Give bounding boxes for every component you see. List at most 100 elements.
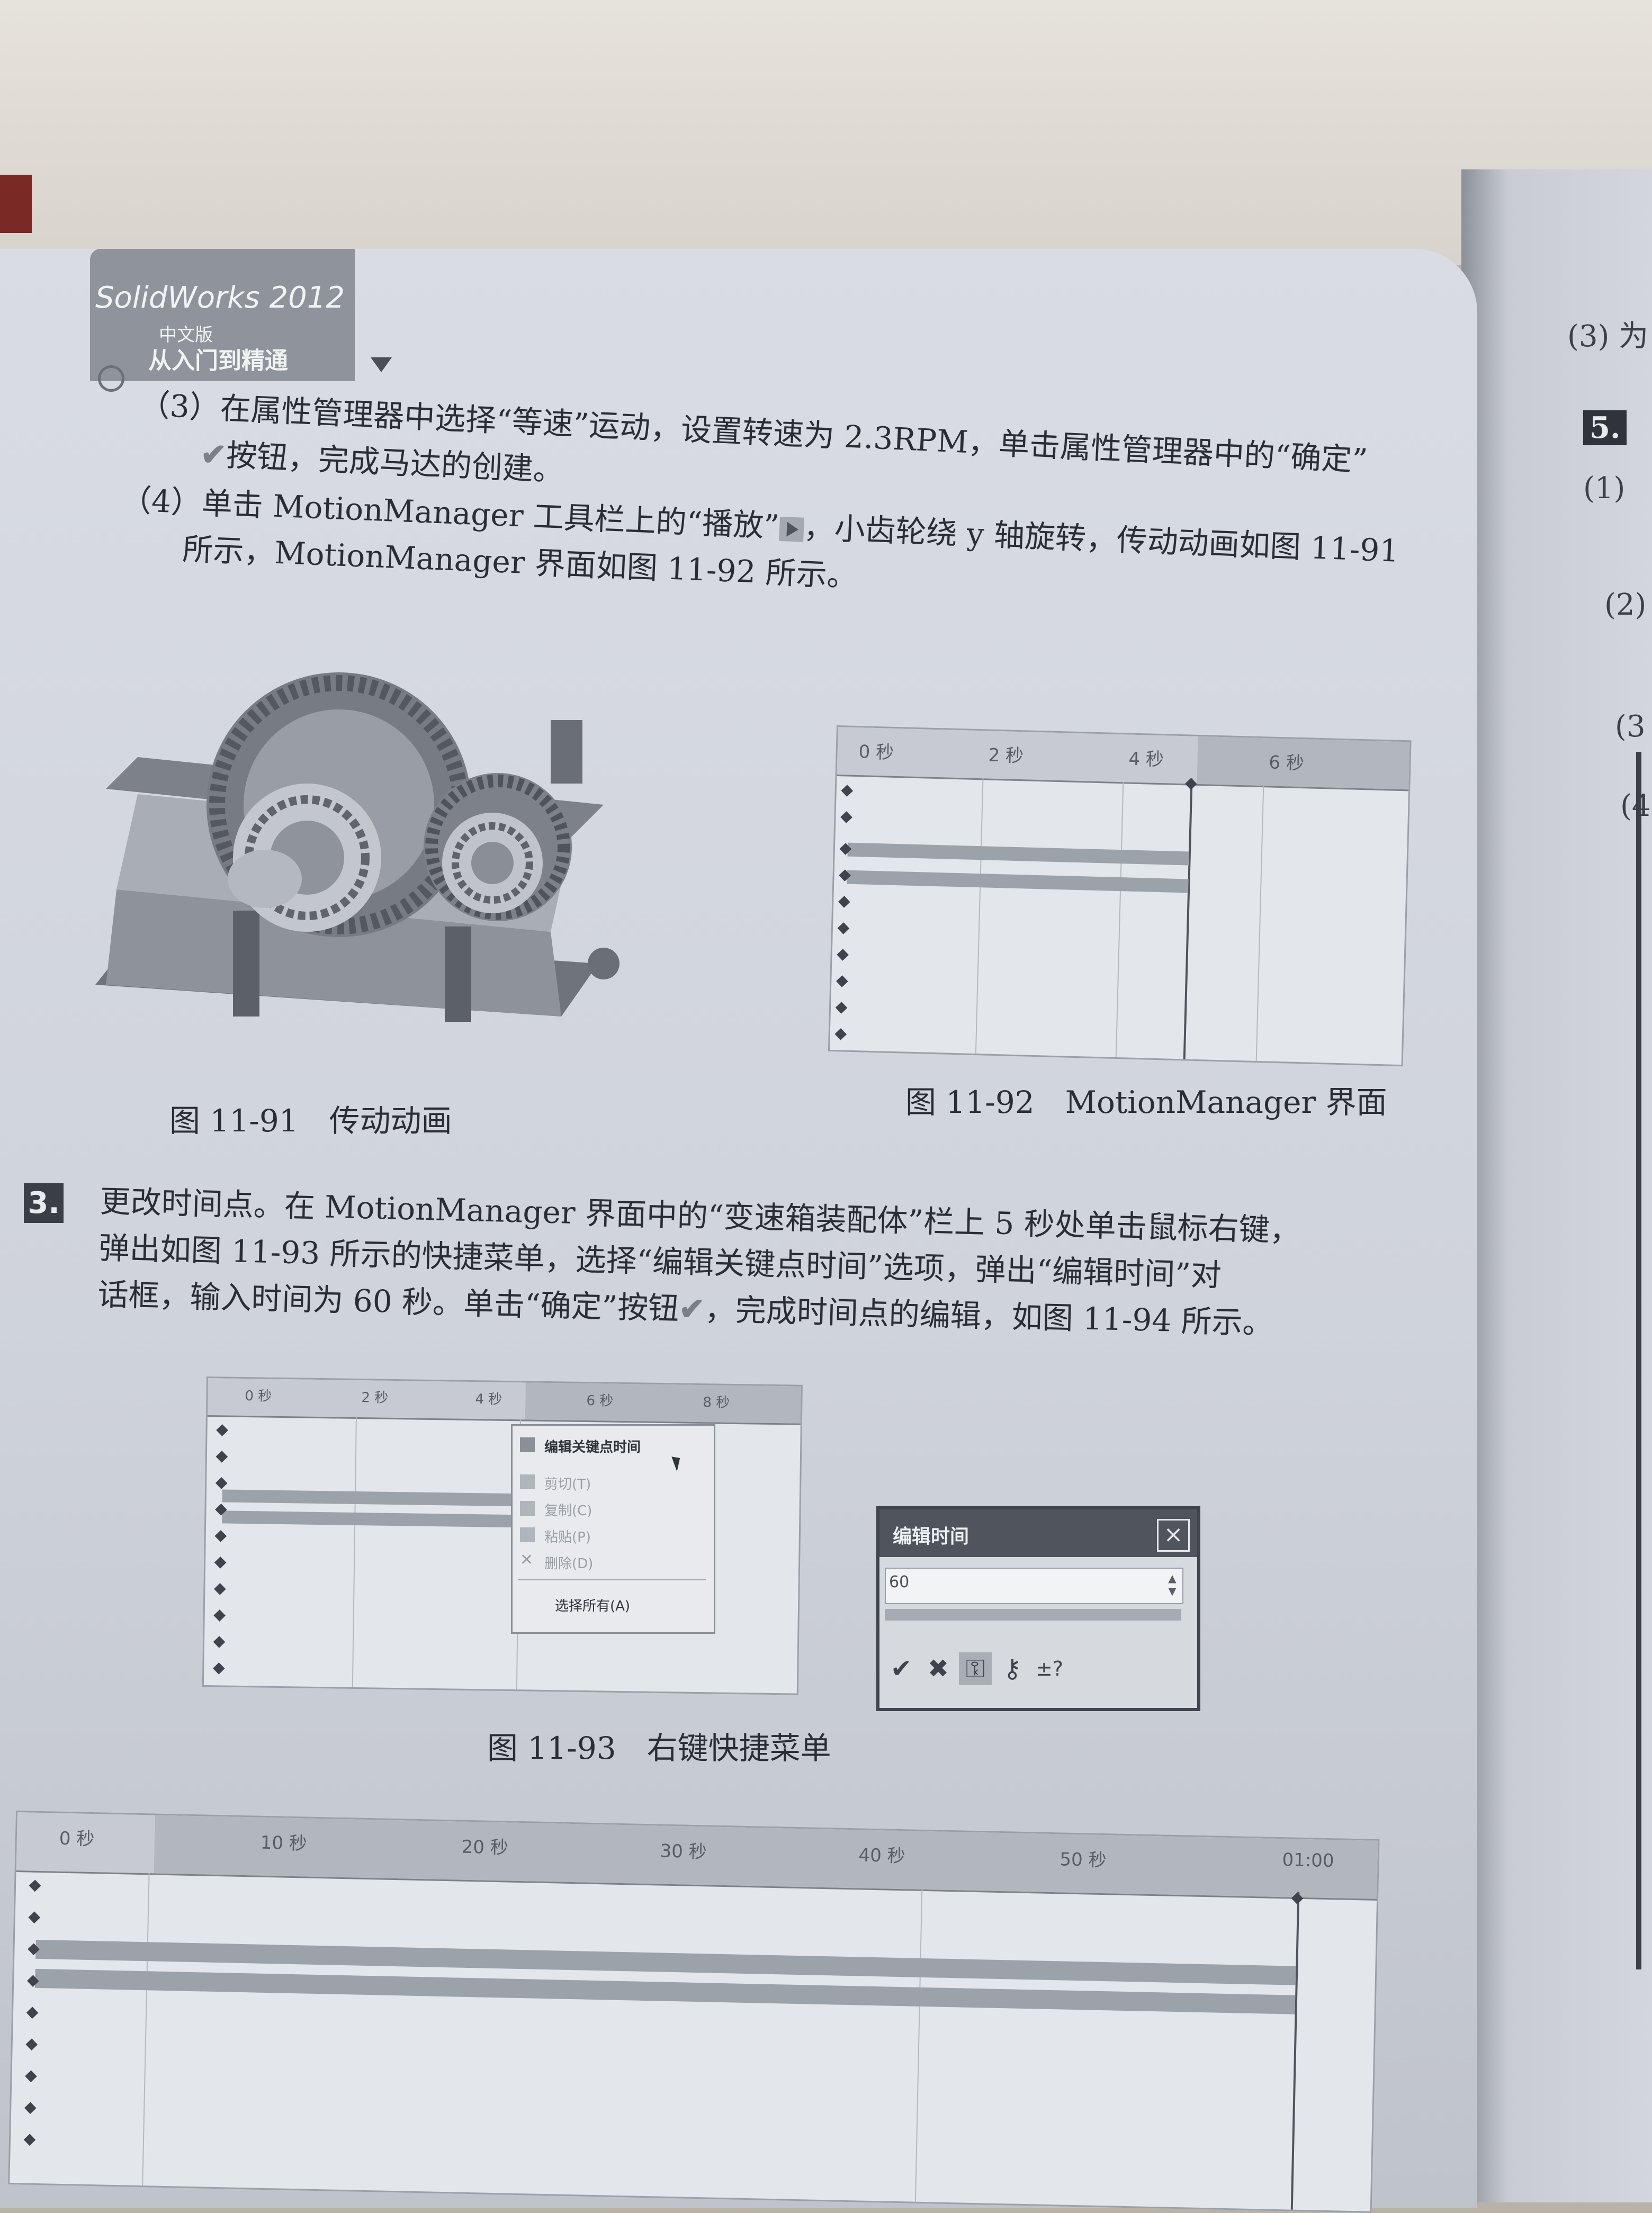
menu-item-select-all[interactable]: 选择所有(A) xyxy=(555,1595,630,1615)
edit-time-dialog[interactable]: 编辑时间 × 60 ▲ ▼ ✔ ✖ ⚿ ⚷ ±? xyxy=(876,1506,1200,1711)
key-point[interactable] xyxy=(835,1002,848,1014)
play-icon xyxy=(778,516,804,542)
key-icon xyxy=(520,1437,535,1452)
key-point[interactable] xyxy=(837,949,849,961)
ring-icon xyxy=(98,365,124,392)
time-bar[interactable] xyxy=(1183,778,1193,1059)
key-point[interactable] xyxy=(216,1451,228,1463)
dialog-titlebar: 编辑时间 × xyxy=(879,1509,1197,1557)
time-input-value: 60 xyxy=(889,1573,910,1591)
close-icon[interactable]: × xyxy=(1157,1519,1190,1552)
figure-caption: 图 11-92 MotionManager 界面 xyxy=(905,1084,1387,1120)
key-point[interactable] xyxy=(216,1424,228,1436)
key-point[interactable] xyxy=(212,1662,225,1675)
next-page-item: (4 xyxy=(1620,789,1651,823)
key-point[interactable] xyxy=(215,1477,228,1489)
key-point[interactable] xyxy=(840,811,852,823)
copy-icon xyxy=(520,1501,535,1516)
logo-tagline: 从入门到精通 xyxy=(148,347,288,374)
next-page-item: (3 xyxy=(1615,709,1646,744)
key-point[interactable] xyxy=(214,1557,227,1569)
menu-item-delete[interactable]: 删除(D) xyxy=(544,1553,593,1572)
grid-line xyxy=(352,1417,357,1687)
next-page-edge xyxy=(1636,752,1641,1969)
key-point[interactable] xyxy=(834,1028,847,1040)
dialog-title: 编辑时间 xyxy=(893,1526,969,1548)
tick-label: 20 秒 xyxy=(461,1836,509,1859)
key-point[interactable] xyxy=(837,922,850,934)
timeline-row-bar[interactable] xyxy=(847,870,1189,893)
text-fragment: 按钮，完成马达的创建。 xyxy=(225,437,565,489)
grid-line xyxy=(1255,786,1264,1061)
figure-caption: 图 11-91 传动动画 xyxy=(169,1103,452,1139)
plus-minus-question-icon[interactable]: ±? xyxy=(1033,1652,1066,1685)
key-point[interactable] xyxy=(24,2102,37,2115)
grid-line xyxy=(1115,782,1124,1058)
key-point[interactable] xyxy=(213,1636,226,1648)
close-icon[interactable]: ✖ xyxy=(922,1652,955,1685)
next-page-item: (1) xyxy=(1583,471,1626,506)
key-point[interactable] xyxy=(26,2007,39,2019)
next-page-item: (3) 为 xyxy=(1567,319,1649,354)
motionmanager-timeline-92[interactable]: 0 秒 2 秒 4 秒 6 秒 xyxy=(828,725,1412,1067)
key-icon[interactable]: ⚿ xyxy=(959,1652,992,1685)
key-point[interactable] xyxy=(836,975,848,987)
desk-object xyxy=(0,175,32,233)
text-fragment: 话框，输入时间为 60 秒。单击“确定”按钮 xyxy=(97,1276,680,1327)
delete-icon: ✕ xyxy=(520,1551,534,1569)
desk-background xyxy=(0,0,1652,265)
tick-label: 2 秒 xyxy=(361,1390,389,1406)
tick-label: 01:00 xyxy=(1282,1849,1334,1872)
next-page-badge: 5. xyxy=(1583,410,1627,445)
menu-item-edit-key-time[interactable]: 编辑关键点时间 xyxy=(544,1436,641,1456)
motionmanager-timeline-94[interactable]: 0 秒 10 秒 20 秒 30 秒 40 秒 50 秒 01:00 xyxy=(8,1811,1380,2213)
tick-label: 10 秒 xyxy=(260,1832,308,1855)
tick-label: 8 秒 xyxy=(703,1395,730,1411)
timeline-row-bar[interactable] xyxy=(222,1489,524,1507)
check-icon: ✔ xyxy=(678,1290,705,1327)
menu-item-copy[interactable]: 复制(C) xyxy=(544,1500,592,1519)
tick-label: 0 秒 xyxy=(858,741,894,763)
menu-item-paste[interactable]: 粘贴(P) xyxy=(544,1526,591,1546)
check-icon[interactable]: ✔ xyxy=(885,1652,918,1685)
time-bar[interactable] xyxy=(1290,1892,1300,2210)
ruler-shade xyxy=(525,1382,801,1424)
logo-title: SolidWorks 2012 xyxy=(95,281,345,315)
key-point[interactable] xyxy=(838,896,850,908)
mouse-cursor-icon xyxy=(671,1454,684,1472)
timeline-ruler[interactable]: 0 秒 2 秒 4 秒 6 秒 8 秒 xyxy=(207,1378,801,1425)
key-point[interactable] xyxy=(25,2070,37,2083)
menu-item-cut[interactable]: 剪切(T) xyxy=(544,1473,591,1493)
key-point[interactable] xyxy=(23,2134,36,2146)
menu-divider xyxy=(518,1579,706,1580)
tick-label: 4 秒 xyxy=(475,1391,502,1408)
grid-line xyxy=(142,1873,150,2186)
tick-label: 50 秒 xyxy=(1060,1849,1107,1872)
time-input[interactable]: 60 ▲ ▼ xyxy=(885,1568,1183,1604)
tick-label: 0 秒 xyxy=(245,1388,272,1405)
arrow-down-icon xyxy=(371,357,392,372)
key-point[interactable] xyxy=(841,785,854,797)
key-point[interactable] xyxy=(214,1583,226,1595)
tick-label: 2 秒 xyxy=(988,744,1024,767)
key-point[interactable] xyxy=(25,2038,38,2051)
key-plus-icon[interactable]: ⚷ xyxy=(996,1652,1029,1685)
key-point[interactable] xyxy=(213,1609,226,1622)
tick-label: 40 秒 xyxy=(858,1845,906,1867)
paste-icon xyxy=(520,1527,535,1542)
grid-line xyxy=(914,1889,923,2202)
spinner-icon[interactable]: ▲ ▼ xyxy=(1165,1572,1179,1598)
paragraph-step-3-edit: 更改时间点。在 MotionManager 界面中的“变速箱装配体”栏上 5 秒… xyxy=(97,1178,1301,1347)
key-point[interactable] xyxy=(214,1530,227,1542)
timeline-row-bar[interactable] xyxy=(847,842,1189,866)
cut-icon xyxy=(520,1474,535,1489)
timeline-row-bar[interactable] xyxy=(222,1510,524,1528)
time-slider[interactable] xyxy=(885,1609,1181,1621)
key-point[interactable] xyxy=(29,1879,41,1892)
gearbox-illustration xyxy=(95,672,620,1022)
key-point[interactable] xyxy=(28,1911,41,1924)
context-menu[interactable]: 编辑关键点时间 剪切(T) 复制(C) 粘贴(P) ✕ 删除(D) 选择所有(A… xyxy=(511,1424,715,1634)
next-page-item: (2) xyxy=(1604,588,1647,622)
check-icon: ✔ xyxy=(200,436,227,473)
tick-label: 6 秒 xyxy=(586,1393,614,1409)
